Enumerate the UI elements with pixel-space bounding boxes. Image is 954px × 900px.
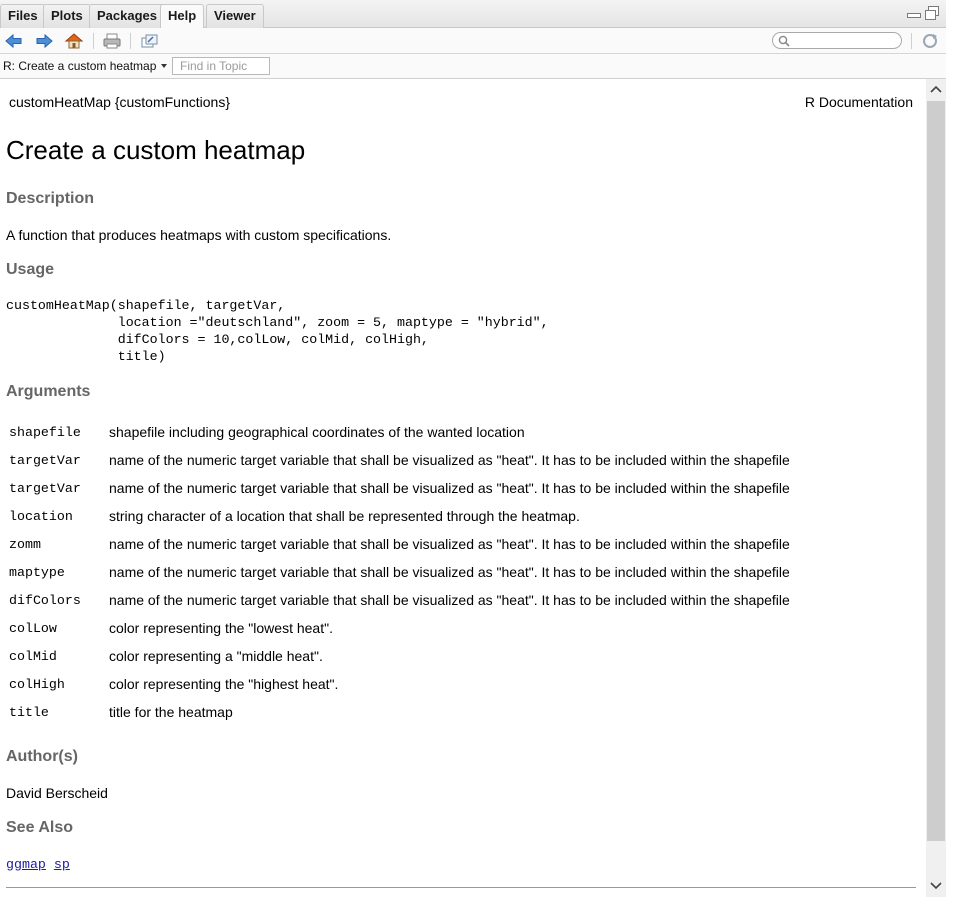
argument-name: colHigh [9, 676, 65, 692]
authors-heading: Author(s) [6, 748, 78, 765]
doc-header: customHeatMap {customFunctions} R Docume… [9, 94, 913, 110]
tab-help[interactable]: Help [160, 4, 205, 29]
refresh-icon[interactable] [920, 32, 940, 50]
argument-row: zomm name of the numeric target variable … [6, 530, 790, 558]
link-sp[interactable]: sp [54, 857, 70, 872]
description-text: A function that produces heatmaps with c… [6, 227, 392, 243]
doc-header-function: customHeatMap {customFunctions} [9, 94, 230, 110]
argument-name: location [9, 508, 73, 524]
argument-description: color representing a "middle heat". [109, 648, 323, 664]
vertical-scrollbar[interactable] [926, 79, 946, 897]
open-new-window-icon[interactable] [139, 32, 159, 50]
arguments-heading: Arguments [6, 383, 91, 400]
print-icon[interactable] [102, 32, 122, 50]
argument-name: colMid [9, 648, 57, 664]
argument-name: targetVar [9, 480, 81, 496]
chevron-down-icon [161, 64, 168, 68]
argument-row: difColors name of the numeric target vari… [6, 586, 790, 614]
back-arrow-icon[interactable] [4, 32, 24, 50]
argument-description: color representing the "lowest heat". [109, 620, 333, 636]
tab-viewer[interactable]: Viewer [206, 4, 264, 28]
argument-row: location string character of a location t… [6, 502, 790, 530]
argument-description: color representing the "highest heat". [109, 676, 339, 692]
argument-description: shapefile including geographical coordin… [109, 424, 525, 440]
topic-history-dropdown[interactable]: R: Create a custom heatmap [3, 59, 168, 73]
footer-divider [6, 887, 916, 888]
tab-files[interactable]: Files [0, 4, 46, 28]
argument-row: colMid color representing a "middle heat"… [6, 642, 790, 670]
argument-row: targetVar name of the numeric target vari… [6, 474, 790, 502]
arguments-table: shapefile shapefile including geographica… [6, 418, 790, 726]
description-heading: Description [6, 190, 95, 207]
toolbar-divider [130, 33, 131, 49]
help-toolbar [0, 28, 946, 54]
argument-name: difColors [9, 592, 81, 608]
argument-row: shapefile shapefile including geographica… [6, 418, 790, 446]
forward-arrow-icon[interactable] [34, 32, 54, 50]
maximize-pane-icon[interactable] [924, 6, 939, 20]
search-icon [778, 35, 790, 47]
argument-name: maptype [9, 564, 65, 580]
doc-header-source: R Documentation [804, 94, 913, 110]
tab-packages[interactable]: Packages [89, 4, 165, 28]
page-title: Create a custom heatmap [6, 135, 306, 165]
argument-description: string character of a location that shal… [109, 508, 580, 524]
argument-name: shapefile [9, 424, 81, 440]
scroll-down-icon[interactable] [926, 875, 946, 897]
window-controls [906, 6, 939, 20]
topic-history-label: R: Create a custom heatmap [3, 59, 157, 73]
scrollbar-thumb[interactable] [927, 101, 945, 841]
scroll-up-icon[interactable] [926, 79, 946, 101]
toolbar-divider [93, 33, 94, 49]
usage-heading: Usage [6, 261, 55, 278]
toolbar-divider [911, 33, 912, 49]
usage-code: customHeatMap(shapefile, targetVar, loca… [6, 298, 549, 364]
argument-name: zomm [9, 536, 41, 552]
argument-row: maptype name of the numeric target variab… [6, 558, 790, 586]
author-name: David Berscheid [6, 785, 108, 801]
see-also-heading: See Also [6, 819, 73, 836]
home-icon[interactable] [64, 32, 84, 50]
argument-row: title title for the heatmap [6, 698, 790, 726]
help-search-input[interactable] [772, 32, 902, 49]
argument-description: name of the numeric target variable that… [109, 480, 790, 496]
topic-bar: R: Create a custom heatmap [0, 54, 946, 79]
argument-name: colLow [9, 620, 57, 636]
argument-name: targetVar [9, 452, 81, 468]
find-in-topic-input[interactable] [172, 57, 270, 75]
see-also-links: ggmap sp [6, 857, 70, 872]
argument-row: targetVar name of the numeric target vari… [6, 446, 790, 474]
argument-description: title for the heatmap [109, 704, 233, 720]
pane-tab-bar: Files Plots Packages Help Viewer [0, 0, 946, 29]
tab-plots[interactable]: Plots [43, 4, 91, 28]
argument-row: colHigh color representing the "highest h… [6, 670, 790, 698]
argument-description: name of the numeric target variable that… [109, 452, 790, 468]
argument-description: name of the numeric target variable that… [109, 592, 790, 608]
argument-name: title [9, 704, 49, 720]
minimize-pane-icon[interactable] [906, 8, 921, 18]
link-ggmap[interactable]: ggmap [6, 857, 46, 872]
help-document: customHeatMap {customFunctions} R Docume… [0, 79, 926, 897]
argument-row: colLow color representing the "lowest hea… [6, 614, 790, 642]
argument-description: name of the numeric target variable that… [109, 536, 790, 552]
argument-description: name of the numeric target variable that… [109, 564, 790, 580]
